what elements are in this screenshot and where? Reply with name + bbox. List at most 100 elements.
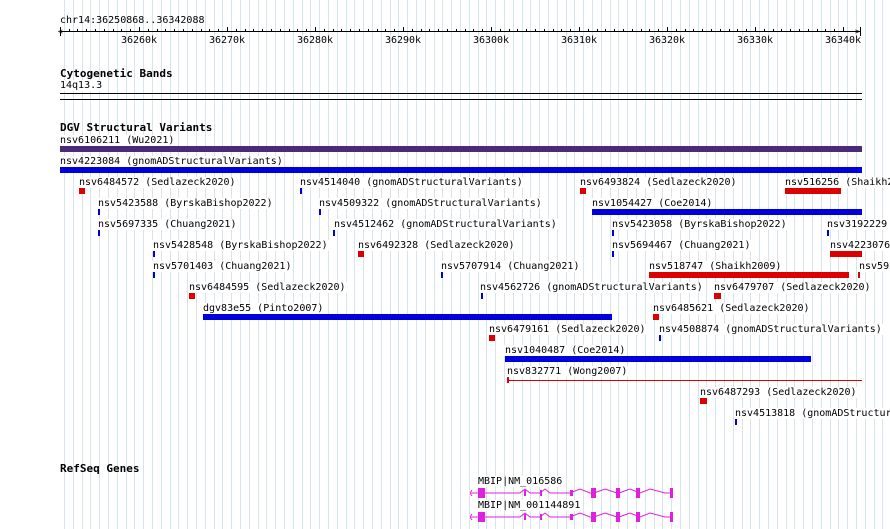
variant-glyph-gain[interactable]: [659, 335, 661, 341]
ruler-minor-tick: [825, 29, 826, 32]
variant-label[interactable]: nsv4512462 (gnomADStructuralVariants): [333, 219, 558, 230]
variant-label[interactable]: nsv4508874 (gnomADStructuralVariants): [658, 324, 883, 335]
ruler-minor-tick: [561, 29, 562, 32]
variant-label[interactable]: nsv518747 (Shaikh2009): [648, 261, 783, 272]
variant-glyph-gain[interactable]: [319, 209, 321, 215]
variant-label[interactable]: nsv6106211 (Wu2021): [59, 135, 176, 146]
dgv-track[interactable]: DGV Structural Variants nsv6106211 (Wu20…: [0, 120, 890, 460]
variant-glyph-gain[interactable]: [333, 230, 335, 236]
variant-label[interactable]: nsv4514040 (gnomADStructuralVariants): [299, 177, 524, 188]
ruler-minor-tick: [711, 29, 712, 32]
variant-label[interactable]: nsv5697335 (Chuang2021): [97, 219, 238, 230]
variant-glyph-gain[interactable]: [827, 230, 829, 236]
ruler-minor-tick: [500, 29, 501, 32]
ruler-tick-label: 36320k: [648, 35, 686, 46]
variant-glyph-gain[interactable]: [98, 209, 100, 215]
variant-glyph-gain[interactable]: [592, 209, 862, 215]
variant-label[interactable]: nsv5423588 (ByrskaBishop2022): [97, 198, 274, 209]
variant-glyph-gain[interactable]: [300, 188, 302, 194]
ruler-minor-tick: [737, 29, 738, 32]
variant-glyph-gain[interactable]: [98, 230, 100, 236]
variant-label[interactable]: nsv5428548 (ByrskaBishop2022): [152, 240, 329, 251]
ruler-tick-label: 36290k: [384, 35, 422, 46]
variant-glyph-gain[interactable]: [203, 314, 612, 320]
variant-label[interactable]: nsv6492328 (Sedlazeck2020): [357, 240, 516, 251]
variant-label[interactable]: nsv5701403 (Chuang2021): [152, 261, 293, 272]
ruler-minor-tick: [623, 29, 624, 32]
ruler-minor-tick: [148, 29, 149, 32]
cytoband-track[interactable]: Cytogenetic Bands 14q13.3: [0, 66, 890, 106]
variant-label[interactable]: nsv6484595 (Sedlazeck2020): [188, 282, 347, 293]
ruler-minor-tick: [641, 29, 642, 32]
variant-label[interactable]: dgv83e55 (Pinto2007): [202, 303, 325, 314]
variant-glyph-loss[interactable]: [79, 188, 85, 194]
variant-glyph-loss[interactable]: [189, 293, 195, 299]
variant-label[interactable]: nsv6487293 (Sedlazeck2020): [699, 387, 858, 398]
variant-glyph-loss[interactable]: [785, 188, 841, 194]
variant-glyph-loss[interactable]: [580, 188, 586, 194]
ruler-minor-tick: [553, 29, 554, 32]
ruler-minor-tick: [746, 29, 747, 32]
ruler-minor-tick: [236, 29, 237, 32]
variant-label[interactable]: nsv4509322 (gnomADStructuralVariants): [318, 198, 543, 209]
ruler-minor-tick: [790, 29, 791, 32]
ruler-minor-tick: [817, 29, 818, 32]
ruler-tick: [843, 27, 844, 32]
variant-label[interactable]: nsv6493824 (Sedlazeck2020): [579, 177, 738, 188]
variant-label[interactable]: nsv4562726 (gnomADStructuralVariants): [479, 282, 704, 293]
variant-label[interactable]: nsv1054427 (Coe2014): [591, 198, 714, 209]
variant-label[interactable]: nsv6479161 (Sedlazeck2020): [488, 324, 647, 335]
variant-glyph-loss[interactable]: [358, 251, 364, 257]
variant-glyph-gain[interactable]: [505, 356, 811, 362]
ruler-minor-tick: [333, 29, 334, 32]
variant-label[interactable]: nsv5707914 (Chuang2021): [440, 261, 581, 272]
ruler-minor-tick: [359, 29, 360, 32]
variant-glyph-complex[interactable]: [60, 146, 862, 152]
variant-label[interactable]: nsv5423058 (ByrskaBishop2022): [611, 219, 788, 230]
variant-label[interactable]: nsv6484572 (Sedlazeck2020): [78, 177, 237, 188]
variant-glyph-loss[interactable]: [507, 380, 862, 381]
variant-glyph-loss[interactable]: [830, 251, 862, 257]
variant-label[interactable]: nsv1040487 (Coe2014): [504, 345, 627, 356]
variant-label[interactable]: nsv4513818 (gnomADStructur: [734, 408, 890, 419]
ruler-tick: [315, 27, 316, 32]
gene-model[interactable]: [470, 510, 680, 524]
ruler-minor-tick: [764, 29, 765, 32]
ruler-minor-tick: [297, 29, 298, 32]
variant-glyph-gain[interactable]: [60, 167, 862, 173]
gene-model[interactable]: [470, 486, 680, 500]
variant-label[interactable]: nsv516256 (Shaikh2: [784, 177, 890, 188]
ruler-minor-tick: [526, 29, 527, 32]
variant-glyph-gain[interactable]: [153, 272, 155, 278]
ruler-minor-tick: [130, 29, 131, 32]
refseq-track[interactable]: RefSeq Genes MBIP|NM_016586 MBIP|NM_0011…: [0, 462, 890, 529]
variant-glyph-loss[interactable]: [700, 398, 707, 404]
ruler-track[interactable]: chr14:36250868..36342088 < > 36260k 36270…: [0, 0, 890, 60]
variant-glyph-gain[interactable]: [441, 272, 443, 278]
ruler-minor-tick: [693, 29, 694, 32]
ruler-minor-tick: [86, 29, 87, 32]
variant-glyph-gain[interactable]: [735, 419, 737, 425]
ruler-minor-tick: [421, 29, 422, 32]
ruler-minor-tick: [517, 29, 518, 32]
variant-glyph-loss[interactable]: [649, 272, 849, 278]
variant-glyph-loss[interactable]: [858, 272, 860, 278]
variant-glyph-loss[interactable]: [489, 335, 495, 341]
variant-label[interactable]: nsv4223076: [829, 240, 890, 251]
variant-label[interactable]: nsv593: [858, 261, 890, 272]
variant-glyph-gain[interactable]: [612, 230, 614, 236]
variant-label[interactable]: nsv3192229: [826, 219, 889, 230]
ruler-minor-tick: [412, 29, 413, 32]
cytoband-label: 14q13.3: [59, 80, 104, 91]
variant-label[interactable]: nsv6485621 (Sedlazeck2020): [652, 303, 811, 314]
variant-label[interactable]: nsv5694467 (Chuang2021): [611, 240, 752, 251]
ruler-minor-tick: [306, 29, 307, 32]
variant-glyph-gain[interactable]: [481, 293, 483, 299]
variant-label[interactable]: nsv4223084 (gnomADStructuralVariants): [59, 156, 284, 167]
variant-glyph-gain[interactable]: [153, 251, 155, 257]
variant-glyph-gain[interactable]: [612, 251, 614, 257]
variant-label[interactable]: nsv6479707 (Sedlazeck2020): [713, 282, 872, 293]
variant-glyph-loss[interactable]: [714, 293, 721, 299]
variant-glyph-loss[interactable]: [653, 314, 659, 320]
variant-label[interactable]: nsv832771 (Wong2007): [506, 366, 629, 377]
